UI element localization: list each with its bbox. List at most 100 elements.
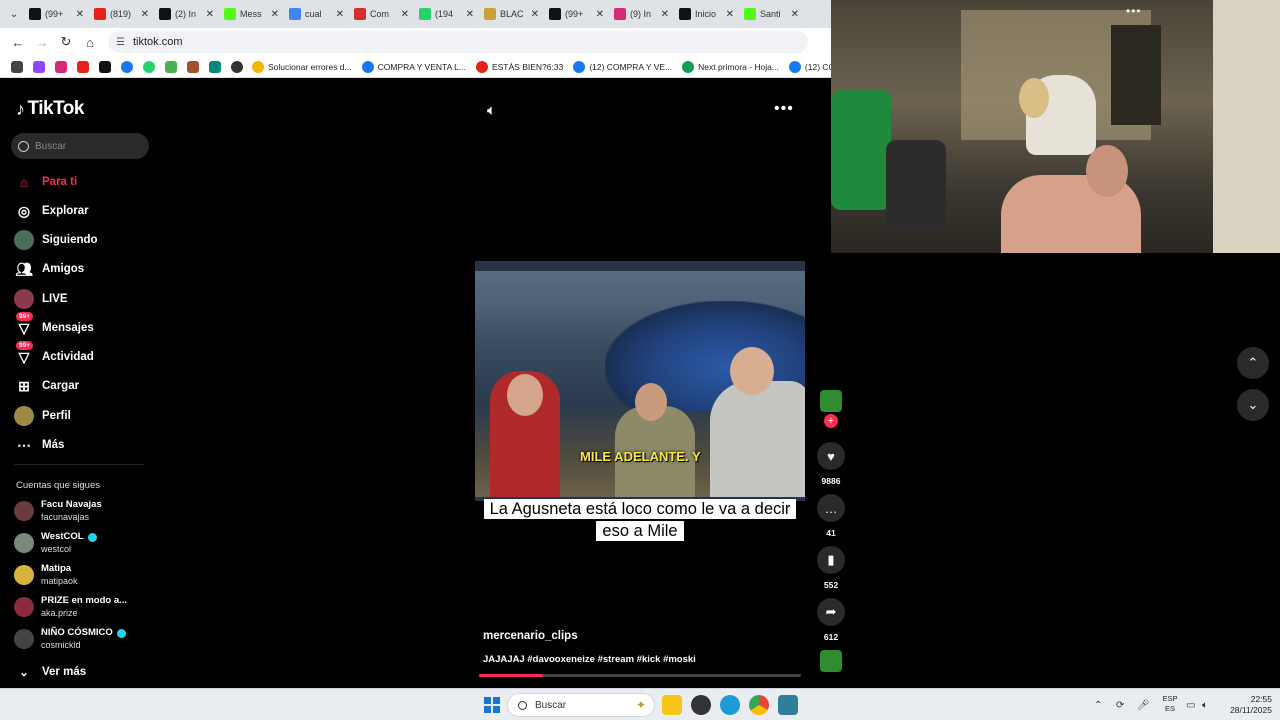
browser-tab[interactable]: (2) In ✕ — [154, 2, 219, 26]
see-more-button[interactable]: ⌄ Ver más — [14, 662, 86, 682]
chrome-icon[interactable] — [749, 695, 769, 715]
tab-search-chevron-icon[interactable]: ⌄ — [4, 4, 24, 24]
close-tab-icon[interactable]: ✕ — [271, 9, 279, 20]
bookmark-item[interactable]: COMPRA Y VENTA L... — [361, 60, 466, 73]
tiktok-search-input[interactable]: Buscar — [11, 133, 149, 159]
facebook-icon[interactable] — [121, 60, 133, 73]
stream-overlay-video[interactable]: ••• — [831, 0, 1280, 253]
language-indicator[interactable]: ESP ES — [1160, 694, 1180, 714]
nav-item-actividad[interactable]: ▽ 99+ Actividad — [14, 341, 94, 367]
close-tab-icon[interactable]: ✕ — [401, 9, 409, 20]
tiktok-logo[interactable]: ♪ TikTok — [16, 98, 84, 120]
back-arrow-icon[interactable]: ← — [6, 30, 30, 54]
close-tab-icon[interactable]: ✕ — [141, 9, 149, 20]
bookmark-label: Solucionar errores d... — [268, 61, 352, 72]
microsoft-icon[interactable] — [165, 60, 177, 73]
close-tab-icon[interactable]: ✕ — [791, 9, 799, 20]
close-tab-icon[interactable]: ✕ — [726, 9, 734, 20]
microphone-icon[interactable]: 🎤︎ — [1137, 689, 1150, 720]
stream-options-icon[interactable]: ••• — [1126, 4, 1142, 18]
following-account[interactable]: Facu Navajas facunavajas — [14, 499, 102, 523]
bookmark-item[interactable]: Solucionar errores d... — [252, 60, 352, 73]
browser-tab[interactable]: Inicio ✕ — [674, 2, 739, 26]
nav-item-para-ti[interactable]: ⌂ Para ti — [14, 172, 77, 192]
tray-chevron-up-icon[interactable]: ⌃ — [1094, 689, 1102, 720]
nav-item-perfil[interactable]: Perfil — [14, 406, 71, 426]
close-tab-icon[interactable]: ✕ — [336, 9, 344, 20]
following-account[interactable]: WestCOL westcol — [14, 531, 97, 555]
x-icon[interactable] — [99, 60, 111, 73]
windows-start-icon[interactable] — [484, 697, 500, 713]
like-heart-icon[interactable]: ♥ — [817, 442, 845, 470]
browser-tab[interactable]: Mess ✕ — [219, 2, 284, 26]
close-tab-icon[interactable]: ✕ — [531, 9, 539, 20]
instagram-icon[interactable] — [55, 60, 67, 73]
bookmark-icon[interactable]: ▮ — [817, 546, 845, 574]
browser-tab[interactable]: cual ✕ — [284, 2, 349, 26]
nav-item-amigos[interactable]: 👥︎ Amigos — [14, 259, 84, 279]
speaker-icon[interactable]: 🔈︎ — [1202, 689, 1208, 720]
browser-tab[interactable]: (819) ✕ — [89, 2, 154, 26]
more-options-icon[interactable]: ••• — [774, 100, 794, 118]
file-explorer-icon[interactable] — [662, 695, 682, 715]
taskbar-search-input[interactable]: Buscar ✦ — [507, 693, 655, 717]
browser-tab[interactable]: (99+ ✕ — [544, 2, 609, 26]
follow-plus-icon[interactable]: + — [824, 414, 838, 428]
site-info-icon[interactable]: ☰ — [116, 37, 125, 48]
nav-item-explorar[interactable]: ◎ Explorar — [14, 201, 89, 221]
following-account[interactable]: NIÑO CÓSMICO cosmickid — [14, 627, 126, 651]
bookmark-item[interactable]: (12) COMPRA Y VE... — [788, 60, 831, 73]
nav-item-siguiendo[interactable]: Siguiendo — [14, 230, 98, 250]
nav-item-cargar[interactable]: ⊞ Cargar — [14, 376, 79, 396]
sync-icon[interactable]: ⟳ — [1116, 689, 1124, 720]
globe-icon[interactable] — [231, 60, 243, 73]
nav-item-mensajes[interactable]: ▽ 99+ Mensajes — [14, 312, 94, 338]
video-player[interactable]: MILE ADELANTE. Y — [475, 261, 805, 501]
stream-scene-pillar — [1213, 0, 1280, 253]
toolbox-icon[interactable] — [187, 60, 199, 73]
nav-item-live[interactable]: LIVE — [14, 289, 68, 309]
home-icon[interactable]: ⌂ — [78, 30, 102, 54]
next-video-chevron-down-icon[interactable]: ⌄ — [1237, 389, 1269, 421]
snipping-tool-icon[interactable] — [778, 695, 798, 715]
close-tab-icon[interactable]: ✕ — [76, 9, 84, 20]
system-clock[interactable]: 22:55 28/11/2025 — [1222, 694, 1272, 716]
browser-tab[interactable]: (9) In ✕ — [609, 2, 674, 26]
bookmark-item[interactable]: Next primora - Hoja... — [682, 60, 779, 73]
edge-icon[interactable] — [720, 695, 740, 715]
video-progress-bar[interactable] — [479, 674, 801, 677]
volume-icon[interactable]: 🔈︎ — [487, 102, 496, 119]
url-field[interactable]: ☰ tiktok.com — [108, 31, 808, 53]
comment-icon[interactable]: … — [817, 494, 845, 522]
browser-tab[interactable]: Com ✕ — [349, 2, 414, 26]
twitch-icon[interactable] — [33, 60, 45, 73]
youtube-icon[interactable] — [77, 60, 89, 73]
browser-tab[interactable]: Santi ✕ — [739, 2, 804, 26]
close-tab-icon[interactable]: ✕ — [661, 9, 669, 20]
bookmark-item[interactable]: ESTÁS BIEN?6:33 — [475, 60, 563, 73]
reload-icon[interactable]: ↻ — [54, 30, 78, 54]
creator-avatar[interactable] — [820, 390, 842, 412]
bookmark-item[interactable]: (12) COMPRA Y VE... — [573, 60, 672, 73]
previous-video-chevron-up-icon[interactable]: ⌃ — [1237, 347, 1269, 379]
browser-tab[interactable]: (194 ✕ — [414, 2, 479, 26]
close-tab-icon[interactable]: ✕ — [206, 9, 214, 20]
close-tab-icon[interactable]: ✕ — [466, 9, 474, 20]
sound-disc-icon[interactable] — [820, 650, 842, 672]
close-tab-icon[interactable]: ✕ — [596, 9, 604, 20]
avatar — [14, 565, 34, 585]
nav-label: Mensajes — [42, 322, 94, 334]
browser-tab[interactable]: BLAC ✕ — [479, 2, 544, 26]
bot-icon[interactable] — [209, 60, 221, 73]
video-author[interactable]: mercenario_clips — [483, 630, 578, 642]
nav-item-más[interactable]: ⋯ Más — [14, 435, 64, 455]
obs-icon[interactable] — [691, 695, 711, 715]
following-account[interactable]: PRIZE en modo a... aka.prize — [14, 595, 127, 619]
whatsapp-icon[interactable] — [143, 60, 155, 73]
apps-grid-icon[interactable] — [11, 60, 23, 73]
forward-arrow-icon[interactable]: → — [30, 30, 54, 54]
share-arrow-icon[interactable]: ➦ — [817, 598, 845, 626]
browser-tab[interactable]: (99+ ✕ — [24, 2, 89, 26]
following-account[interactable]: Matipa matipaok — [14, 563, 78, 587]
network-icon[interactable]: ▭ — [1186, 689, 1195, 720]
